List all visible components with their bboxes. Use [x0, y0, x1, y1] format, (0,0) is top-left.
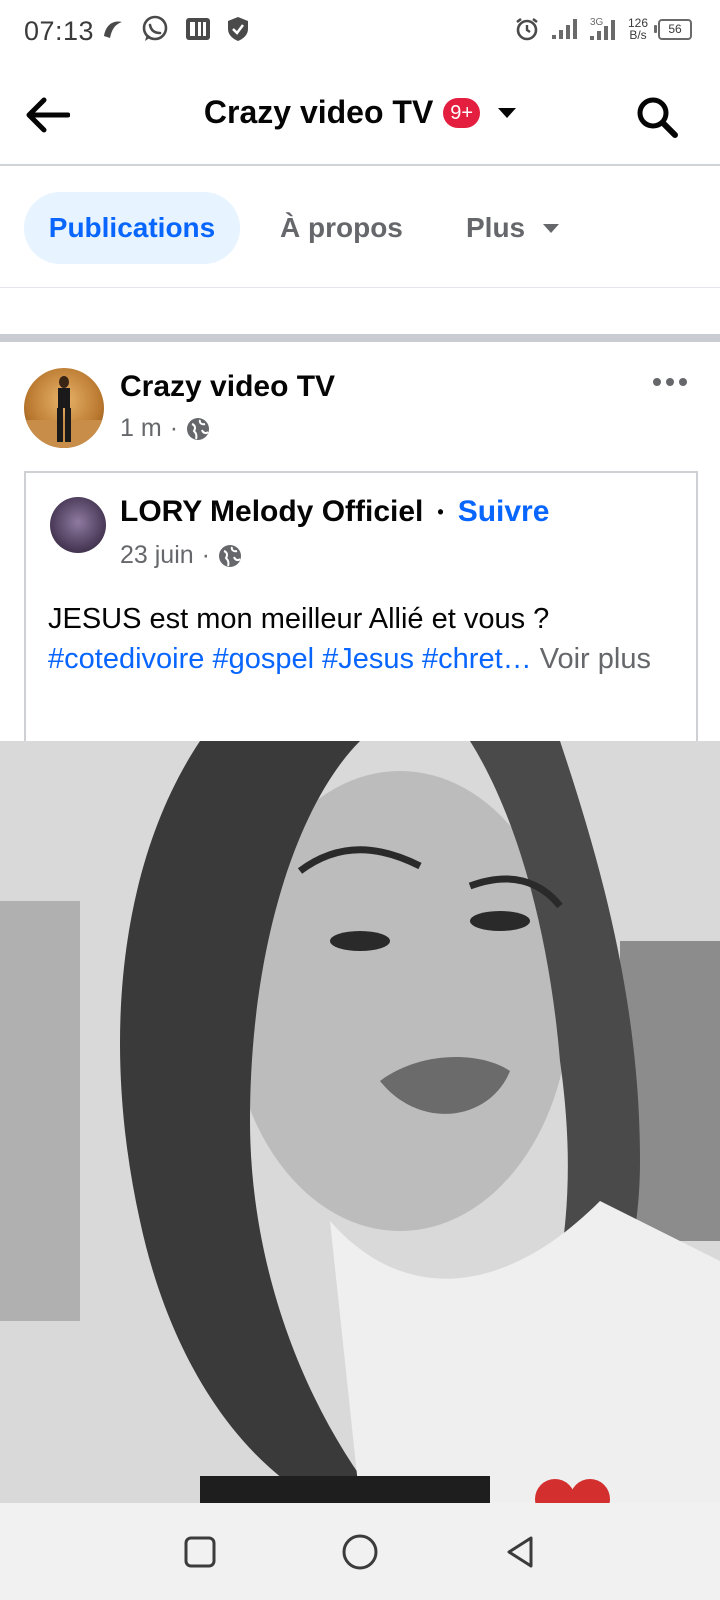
avatar[interactable] — [50, 497, 106, 553]
status-bar: 07:13 3G 126 B/s 56 — [0, 0, 720, 64]
tab-label: Plus — [466, 212, 526, 243]
see-more-link[interactable]: Voir plus — [540, 643, 651, 675]
status-icons-left — [100, 14, 250, 44]
system-nav-bar — [0, 1503, 720, 1600]
system-back-button[interactable] — [500, 1532, 540, 1572]
signal-icon — [551, 19, 577, 39]
hashtag[interactable]: #cotedivoire — [48, 643, 204, 675]
battery-indicator: 56 — [654, 18, 692, 40]
avatar[interactable] — [24, 368, 104, 448]
home-circle-icon — [342, 1534, 378, 1569]
dot — [679, 378, 687, 386]
recent-apps-square-icon — [184, 1536, 216, 1567]
tab-more[interactable]: Plus — [466, 192, 560, 264]
post-video[interactable] — [0, 741, 720, 1503]
video-frame-image — [0, 741, 720, 1503]
post-text: JESUS est mon meilleur Allié et vous ? #… — [48, 599, 668, 679]
shared-author-line: LORY Melody Officiel • Suivre — [120, 495, 549, 529]
hashtag[interactable]: #Jesus — [322, 643, 414, 675]
caret-down-icon — [543, 223, 560, 233]
shared-author[interactable]: LORY Melody Officiel — [120, 495, 423, 529]
signal-3g-icon: 3G — [589, 17, 615, 40]
whatsapp-icon — [142, 15, 168, 41]
notification-badge: 9+ — [443, 97, 481, 128]
post-meta: 1 m · — [120, 414, 210, 443]
status-time: 07:13 — [24, 16, 95, 46]
globe-icon — [219, 544, 241, 567]
follow-button[interactable]: Suivre — [458, 495, 550, 529]
post-time[interactable]: 1 m — [120, 414, 162, 443]
shared-post[interactable]: LORY Melody Officiel • Suivre 23 juin · … — [24, 471, 698, 743]
hashtag[interactable]: #chret… — [422, 643, 532, 675]
alarm-icon — [516, 17, 538, 41]
section-divider — [0, 334, 720, 342]
dot — [666, 378, 674, 386]
shield-icon — [228, 17, 248, 41]
globe-icon — [187, 417, 210, 440]
search-icon — [637, 97, 678, 138]
back-triangle-icon — [507, 1536, 533, 1567]
caret-down-icon — [498, 107, 517, 118]
tab-publications[interactable]: Publications — [24, 192, 240, 264]
status-icons-right: 3G 126 B/s 56 — [514, 14, 692, 44]
network-speed: 126 B/s — [628, 17, 648, 41]
meta-separator: · — [169, 414, 179, 442]
svg-text:3G: 3G — [590, 17, 604, 28]
page-tabs: Publications À propos Plus — [0, 166, 720, 288]
shared-post-meta: 23 juin · — [120, 541, 242, 570]
tab-label: Publications — [48, 212, 216, 243]
post-options-button[interactable] — [648, 362, 692, 402]
tab-label: À propos — [280, 212, 403, 243]
network-speed-unit: B/s — [629, 28, 647, 42]
page-header: Crazy video TV 9+ — [0, 64, 720, 166]
meta-separator: · — [201, 541, 210, 569]
avatar-image — [24, 376, 104, 448]
parking-app-icon — [186, 18, 210, 40]
post-author[interactable]: Crazy video TV — [120, 370, 335, 404]
page-title-switcher[interactable]: Crazy video TV 9+ — [0, 94, 720, 131]
dot-separator: • — [437, 501, 444, 522]
recent-apps-button[interactable] — [180, 1532, 220, 1572]
post-body: JESUS est mon meilleur Allié et vous ? — [48, 603, 550, 635]
search-button[interactable] — [634, 94, 680, 140]
dot — [653, 378, 661, 386]
home-button[interactable] — [340, 1532, 380, 1572]
shared-date[interactable]: 23 juin — [120, 541, 194, 570]
notification-app-icon — [104, 21, 122, 38]
page-title: Crazy video TV — [203, 94, 434, 130]
tab-about[interactable]: À propos — [280, 192, 403, 264]
hashtag[interactable]: #gospel — [212, 643, 314, 675]
